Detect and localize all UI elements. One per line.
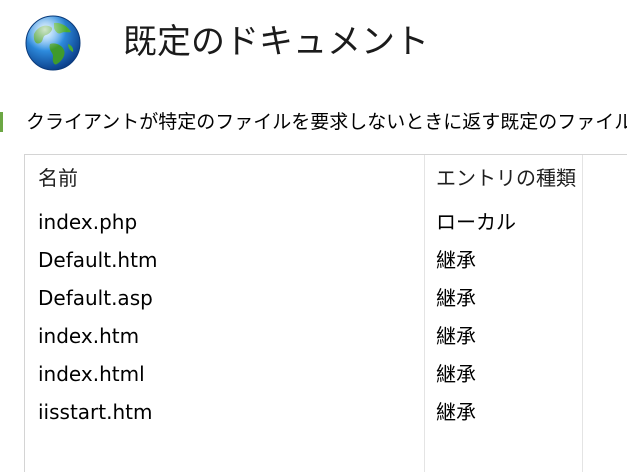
list-item-name: index.php <box>38 210 138 234</box>
page-title: 既定のドキュメント <box>123 22 429 62</box>
column-header-entry-type[interactable]: エントリの種類 <box>436 161 576 195</box>
list-item[interactable]: index.htm 継承 <box>25 317 582 355</box>
list-item[interactable]: index.html 継承 <box>25 355 582 393</box>
globe-icon <box>24 14 82 72</box>
list-item[interactable]: iisstart.htm 継承 <box>25 393 582 431</box>
default-document-page: 既定のドキュメント クライアントが特定のファイルを要求しないときに返す既定のファ… <box>0 0 627 472</box>
list-item-name: index.html <box>38 362 145 386</box>
list-item-entry-type: 継承 <box>436 286 476 310</box>
list-item[interactable]: index.php ローカル <box>25 203 582 241</box>
list-item[interactable]: Default.htm 継承 <box>25 241 582 279</box>
default-document-list[interactable]: 名前 エントリの種類 index.php ローカル Default.htm 継承… <box>24 154 627 472</box>
list-item-name: index.htm <box>38 324 140 348</box>
list-item-entry-type: 継承 <box>436 324 476 348</box>
list-item-entry-type: 継承 <box>436 248 476 272</box>
list-item-name: Default.htm <box>38 248 158 272</box>
list-item-name: iisstart.htm <box>38 400 153 424</box>
column-header-name[interactable]: 名前 <box>38 161 78 195</box>
list-item[interactable]: Default.asp 継承 <box>25 279 582 317</box>
list-item-entry-type: ローカル <box>436 210 516 234</box>
list-rows: index.php ローカル Default.htm 継承 Default.as… <box>25 203 627 431</box>
section-marker <box>0 112 3 132</box>
list-item-name: Default.asp <box>38 286 153 310</box>
list-item-entry-type: 継承 <box>436 400 476 424</box>
description-text: クライアントが特定のファイルを要求しないときに返す既定のファイル <box>26 111 627 133</box>
list-item-entry-type: 継承 <box>436 362 476 386</box>
